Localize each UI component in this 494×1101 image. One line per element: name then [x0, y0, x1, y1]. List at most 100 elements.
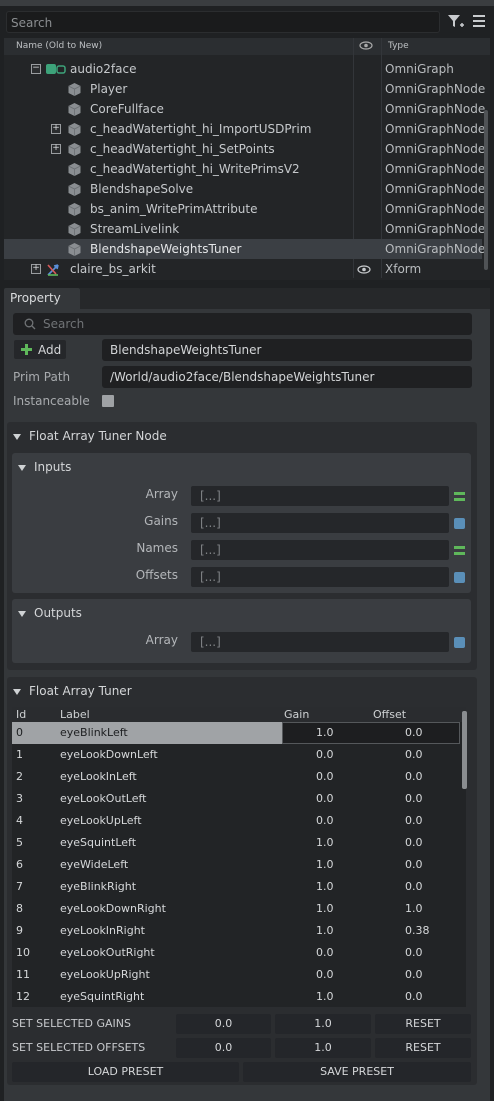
cell-gain[interactable]: 0.0	[316, 770, 334, 783]
tab-property[interactable]: Property	[4, 288, 80, 309]
input-array-field[interactable]: [...]	[191, 486, 449, 506]
grid-row[interactable]: 9 eyeLookInRight 1.0 0.38	[12, 920, 466, 942]
grid-row[interactable]: 3 eyeLookOutLeft 0.0 0.0	[12, 788, 466, 810]
cell-offset[interactable]: 0.0	[405, 814, 423, 827]
prim-path-field[interactable]: /World/audio2face/BlendshapeWeightsTuner	[102, 366, 472, 388]
cell-offset[interactable]: 0.38	[405, 924, 430, 937]
grid-row[interactable]: 4 eyeLookUpLeft 0.0 0.0	[12, 810, 466, 832]
array-connection-icon[interactable]	[454, 492, 465, 501]
reset-gains-button[interactable]: RESET	[375, 1014, 471, 1034]
offsets-connection-icon[interactable]	[454, 572, 465, 583]
grid-row[interactable]: 10 eyeLookOutRight 0.0 0.0	[12, 942, 466, 964]
cell-offset[interactable]: 0.0	[405, 968, 423, 981]
cell-offset[interactable]: 1.0	[405, 902, 423, 915]
gains-connection-icon[interactable]	[454, 518, 465, 529]
cell-gain[interactable]: 1.0	[316, 858, 334, 871]
grid-row[interactable]: 12 eyeSquintRight 1.0 0.0	[12, 986, 466, 1007]
cell-label: eyeLookDownRight	[60, 902, 166, 915]
grid-row[interactable]: 5 eyeSquintLeft 1.0 0.0	[12, 832, 466, 854]
output-connection-icon[interactable]	[454, 637, 465, 648]
grid-row[interactable]: 6 eyeWideLeft 1.0 0.0	[12, 854, 466, 876]
instanceable-checkbox[interactable]	[102, 395, 114, 407]
row-edit-box[interactable]	[282, 722, 460, 744]
tree-row-bsanim[interactable]: bs_anim_WritePrimAttribute OmniGraphNode	[4, 199, 486, 219]
cell-offset[interactable]: 0.0	[405, 726, 423, 739]
tree-row-player[interactable]: Player OmniGraphNode	[4, 79, 485, 99]
input-names-field[interactable]: [...]	[191, 540, 449, 560]
grid-row[interactable]: 8 eyeLookDownRight 1.0 1.0	[12, 898, 466, 920]
expand-icon[interactable]: +	[51, 124, 61, 134]
tree-row-importusdprim[interactable]: + c_headWatertight_hi_ImportUSDPrim Omni…	[4, 119, 485, 139]
set-offsets-min-button[interactable]: 0.0	[176, 1038, 271, 1058]
expand-icon[interactable]: +	[51, 144, 61, 154]
cell-gain[interactable]: 0.0	[316, 968, 334, 981]
load-preset-button[interactable]: LOAD PRESET	[12, 1062, 239, 1082]
header-offset[interactable]: Offset	[373, 708, 406, 721]
names-connection-icon[interactable]	[454, 546, 465, 555]
cell-offset[interactable]: 0.0	[405, 990, 423, 1003]
grid-header: Id Label Gain Offset	[12, 707, 466, 722]
cell-offset[interactable]: 0.0	[405, 880, 423, 893]
output-array-field[interactable]: [...]	[191, 632, 449, 652]
tree-row-audio2face[interactable]: − audio2face OmniGraph	[4, 59, 482, 79]
cell-offset[interactable]: 0.0	[405, 836, 423, 849]
grid-row[interactable]: 11 eyeLookUpRight 0.0 0.0	[12, 964, 466, 986]
tree-row-corefullface[interactable]: CoreFullface OmniGraphNode	[4, 99, 485, 119]
tree-row-blendshapeweightstuner[interactable]: BlendshapeWeightsTuner OmniGraphNode	[4, 239, 485, 259]
grid-scrollbar[interactable]	[462, 711, 467, 789]
column-type[interactable]: Type	[388, 41, 409, 51]
tree-row-claire[interactable]: + claire_bs_arkit Xform	[4, 259, 482, 279]
save-preset-button[interactable]: SAVE PRESET	[243, 1062, 471, 1082]
reset-offsets-button[interactable]: RESET	[375, 1038, 471, 1058]
outputs-title[interactable]: Outputs	[18, 606, 82, 620]
tree-scrollbar[interactable]	[484, 110, 488, 270]
cell-gain[interactable]: 1.0	[316, 924, 334, 937]
collapse-icon[interactable]: −	[31, 64, 41, 74]
cell-gain[interactable]: 1.0	[316, 880, 334, 893]
cell-gain[interactable]: 1.0	[316, 902, 334, 915]
set-gains-max-button[interactable]: 1.0	[275, 1014, 371, 1034]
cell-gain[interactable]: 0.0	[316, 814, 334, 827]
cell-offset[interactable]: 0.0	[405, 858, 423, 871]
tree-row-type: OmniGraphNode	[385, 202, 486, 216]
cell-gain[interactable]: 1.0	[316, 726, 334, 739]
section-title[interactable]: Float Array Tuner	[13, 684, 132, 698]
property-panel: Search Add BlendshapeWeightsTuner Prim P…	[4, 309, 490, 1101]
property-search-input[interactable]: Search	[13, 313, 472, 335]
input-offsets-field[interactable]: [...]	[191, 567, 449, 587]
cell-gain[interactable]: 0.0	[316, 748, 334, 761]
expand-icon[interactable]: +	[31, 264, 41, 274]
header-label[interactable]: Label	[60, 708, 90, 721]
prim-name-field[interactable]: BlendshapeWeightsTuner	[102, 339, 472, 361]
cell-offset[interactable]: 0.0	[405, 946, 423, 959]
input-gains-field[interactable]: [...]	[191, 513, 449, 533]
cell-offset[interactable]: 0.0	[405, 792, 423, 805]
grid-row[interactable]: 7 eyeBlinkRight 1.0 0.0	[12, 876, 466, 898]
cell-gain[interactable]: 0.0	[316, 792, 334, 805]
cell-label: eyeLookOutLeft	[60, 792, 147, 805]
column-name[interactable]: Name (Old to New)	[16, 41, 102, 51]
set-gains-min-button[interactable]: 0.0	[176, 1014, 271, 1034]
visibility-eye-icon[interactable]	[357, 265, 371, 274]
cell-offset[interactable]: 0.0	[405, 770, 423, 783]
cell-gain[interactable]: 1.0	[316, 990, 334, 1003]
stage-search-input[interactable]: Search	[6, 11, 440, 33]
grid-row[interactable]: 0 eyeBlinkLeft 1.0 0.0	[12, 722, 466, 744]
section-title[interactable]: Float Array Tuner Node	[13, 429, 167, 443]
tree-row-streamlivelink[interactable]: StreamLivelink OmniGraphNode	[4, 219, 485, 239]
header-id[interactable]: Id	[16, 708, 26, 721]
filter-icon[interactable]	[447, 14, 465, 30]
set-offsets-max-button[interactable]: 1.0	[275, 1038, 371, 1058]
header-gain[interactable]: Gain	[284, 708, 309, 721]
tree-row-writeprims[interactable]: c_headWatertight_hi_WritePrimsV2 OmniGra…	[4, 159, 485, 179]
grid-row[interactable]: 1 eyeLookDownLeft 0.0 0.0	[12, 744, 466, 766]
tree-row-setpoints[interactable]: + c_headWatertight_hi_SetPoints OmniGrap…	[4, 139, 485, 159]
grid-row[interactable]: 2 eyeLookInLeft 0.0 0.0	[12, 766, 466, 788]
cell-gain[interactable]: 1.0	[316, 836, 334, 849]
tree-row-blendshapesolve[interactable]: BlendshapeSolve OmniGraphNode	[4, 179, 485, 199]
inputs-title[interactable]: Inputs	[18, 460, 71, 474]
cell-label: eyeBlinkLeft	[60, 726, 128, 739]
cell-gain[interactable]: 0.0	[316, 946, 334, 959]
cell-offset[interactable]: 0.0	[405, 748, 423, 761]
menu-icon[interactable]	[472, 14, 486, 28]
